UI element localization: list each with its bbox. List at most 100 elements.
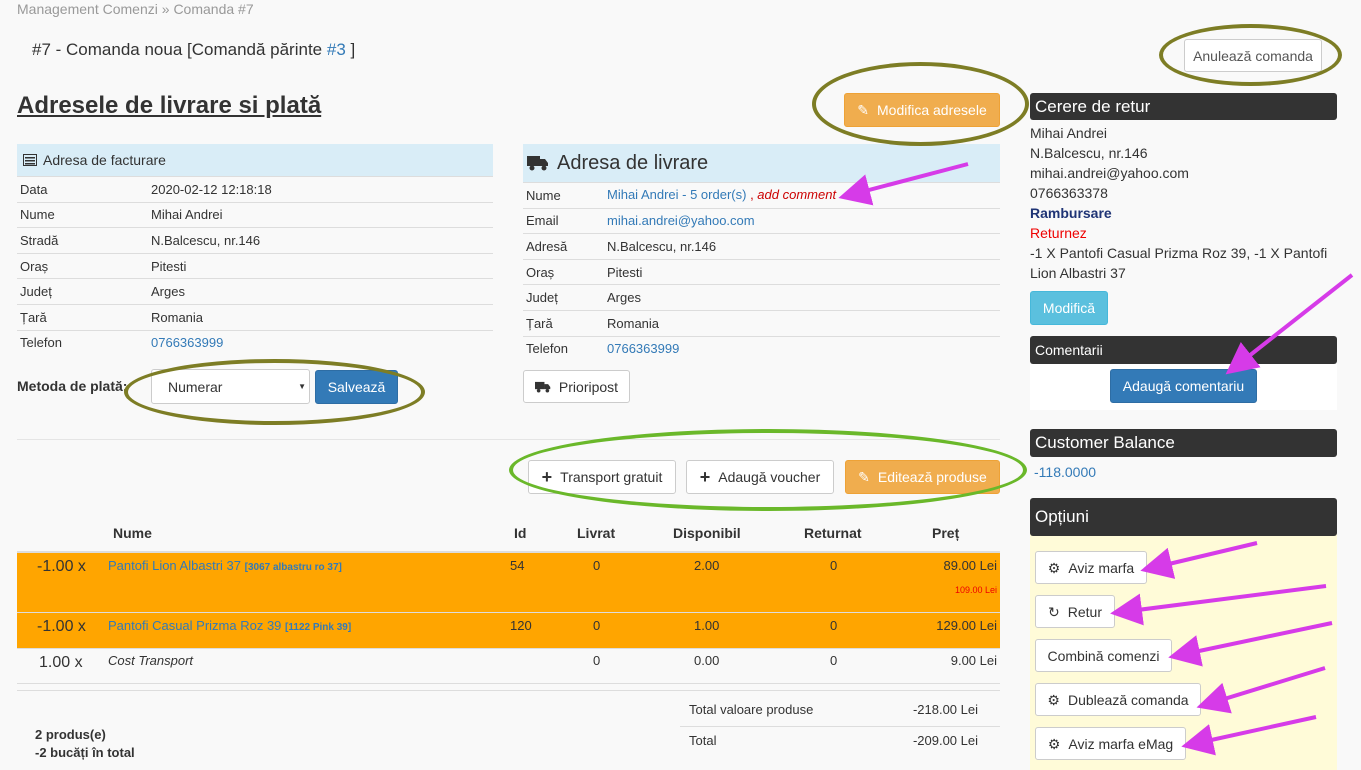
- duplicate-order-label: Dublează comanda: [1067, 691, 1189, 708]
- row-qty: -1.00 x: [37, 618, 86, 635]
- row-id: 120: [510, 618, 532, 633]
- truck-icon: [534, 381, 551, 393]
- customer-orders-link[interactable]: Mihai Andrei - 5 order(s): [607, 187, 746, 202]
- product-code[interactable]: [1122 Pink 39]: [285, 622, 351, 633]
- table-row: Telefon 0766363999: [17, 329, 493, 356]
- row-value: Pitesti: [151, 258, 187, 274]
- delivery-note-label: Aviz marfa: [1068, 559, 1135, 576]
- emag-delivery-note-label: Aviz marfa eMag: [1068, 735, 1174, 752]
- row-label: Nume: [526, 187, 561, 203]
- row-value[interactable]: mihai.andrei@yahoo.com: [607, 213, 1000, 228]
- row-delivered: 0: [593, 618, 601, 633]
- free-shipping-label: Transport gratuit: [560, 469, 663, 485]
- row-label: Județ: [20, 284, 52, 300]
- return-email: mihai.andrei@yahoo.com: [1030, 165, 1189, 181]
- row-label: Țară: [526, 315, 553, 331]
- row-old-price: 109.00 Lei: [954, 585, 997, 595]
- row-label: Adresă: [526, 238, 568, 254]
- courier-button[interactable]: Prioripost: [523, 370, 630, 403]
- col-available-header: Disponibil: [673, 525, 741, 541]
- emag-delivery-note-button[interactable]: ⚙ Aviz marfa eMag: [1035, 727, 1186, 760]
- parent-order-link[interactable]: #3: [327, 40, 346, 59]
- row-label: Oraș: [20, 258, 49, 274]
- col-name-header: Nume: [113, 525, 152, 541]
- order-title-close: ]: [345, 40, 356, 59]
- merge-orders-button[interactable]: Combină comenzi: [1035, 639, 1172, 672]
- courier-button-label: Prioripost: [558, 378, 619, 395]
- row-product-name: Pantofi Lion Albastri 37 [3067 albastru …: [108, 558, 342, 573]
- breadcrumb: Management Comenzi » Comanda #7: [17, 1, 254, 17]
- return-label: Returnez: [1030, 225, 1087, 241]
- row-value: 2020-02-12 12:18:18: [151, 181, 272, 197]
- row-value: Mihai Andrei: [151, 207, 223, 223]
- product-count: 2 produs(e): [35, 727, 106, 742]
- add-voucher-button[interactable]: + Adaugă voucher: [686, 460, 834, 494]
- shipping-panel-header: Adresa de livrare: [523, 144, 1000, 182]
- row-label: Județ: [526, 290, 558, 306]
- gear-icon: ⚙: [1047, 735, 1061, 752]
- col-delivered-header: Livrat: [577, 525, 616, 541]
- row-delivered: 0: [593, 653, 601, 668]
- payment-method-label: Metoda de plată:: [17, 378, 128, 394]
- row-product-name: Cost Transport: [108, 653, 194, 668]
- table-row: Județ Arges: [523, 284, 1000, 310]
- total-value: -209.00 Lei: [912, 733, 978, 748]
- return-items: -1 X Pantofi Casual Prizma Roz 39, -1 X …: [1030, 245, 1328, 281]
- return-button[interactable]: ↻ Retur: [1035, 595, 1115, 628]
- row-value: N.Balcescu, nr.146: [607, 238, 717, 254]
- chevron-down-icon: ▼: [298, 381, 306, 391]
- product-code[interactable]: [3067 albastru ro 37]: [245, 562, 342, 573]
- row-value: Romania: [151, 309, 204, 325]
- refresh-icon: ↻: [1048, 603, 1060, 620]
- save-payment-button[interactable]: Salvează: [315, 370, 398, 404]
- duplicate-order-button[interactable]: ⚙ Dublează comanda: [1035, 683, 1201, 716]
- free-shipping-button[interactable]: + Transport gratuit: [528, 460, 676, 494]
- modify-addresses-button[interactable]: ✎ Modifica adresele: [844, 93, 1000, 127]
- cancel-order-button[interactable]: Anulează comanda: [1184, 39, 1322, 72]
- breadcrumb-current: Comanda #7: [173, 1, 254, 17]
- row-returned: 0: [830, 653, 838, 668]
- add-comment-button[interactable]: Adaugă comentariu: [1110, 369, 1257, 403]
- billing-panel-header: Adresa de facturare: [17, 144, 493, 176]
- row-value: N.Balcescu, nr.146: [151, 232, 261, 248]
- row-returned: 0: [830, 558, 838, 573]
- pieces-total: -2 bucăți în total: [35, 745, 135, 760]
- table-row: Țară Romania: [17, 304, 493, 330]
- shipping-panel-title: Adresa de livrare: [557, 151, 709, 174]
- row-price: 89.00 Lei: [943, 558, 998, 573]
- row-label: Data: [20, 181, 48, 197]
- row-price: 9.00 Lei: [950, 653, 997, 668]
- row-label: Țară: [20, 309, 47, 325]
- row-label: Telefon: [526, 341, 568, 357]
- breadcrumb-root[interactable]: Management Comenzi: [17, 1, 158, 17]
- row-label: Nume: [20, 207, 55, 223]
- row-value[interactable]: 0766363999: [607, 341, 1000, 356]
- gear-icon: ⚙: [1047, 691, 1060, 708]
- row-value[interactable]: 0766363999: [151, 335, 493, 350]
- row-label: Stradă: [20, 232, 59, 248]
- edit-products-button[interactable]: ✎ Editează produse: [845, 460, 1000, 494]
- gear-icon: ⚙: [1047, 559, 1061, 576]
- col-id-header: Id: [514, 525, 527, 541]
- list-icon: [23, 154, 37, 166]
- product-link[interactable]: Pantofi Lion Albastri 37: [108, 558, 241, 573]
- row-value: Pitesti: [607, 264, 643, 280]
- modify-return-button[interactable]: Modifică: [1030, 291, 1108, 325]
- add-comment-link[interactable]: add comment: [757, 187, 836, 202]
- modify-addresses-label: Modifica adresele: [877, 102, 987, 118]
- payment-method-select[interactable]: Numerar ▼: [151, 369, 310, 404]
- plus-icon: +: [699, 467, 711, 487]
- return-request-header: Cerere de retur: [1030, 93, 1337, 120]
- pencil-icon: ✎: [858, 469, 870, 485]
- delivery-note-button[interactable]: ⚙ Aviz marfa: [1035, 551, 1147, 584]
- shipping-name-cell: Mihai Andrei - 5 order(s) , add comment: [607, 187, 836, 202]
- table-row: Data 2020-02-12 12:18:18: [17, 176, 493, 202]
- product-link[interactable]: Pantofi Casual Prizma Roz 39: [108, 618, 281, 633]
- table-row: Telefon 0766363999: [523, 335, 1000, 362]
- table-row: Județ Arges: [17, 278, 493, 304]
- row-value: Arges: [151, 284, 185, 300]
- billing-panel-title: Adresa de facturare: [43, 152, 166, 168]
- pencil-icon: ✎: [857, 102, 869, 118]
- addresses-heading: Adresele de livrare si plată: [17, 92, 322, 119]
- section-divider: [17, 439, 1000, 440]
